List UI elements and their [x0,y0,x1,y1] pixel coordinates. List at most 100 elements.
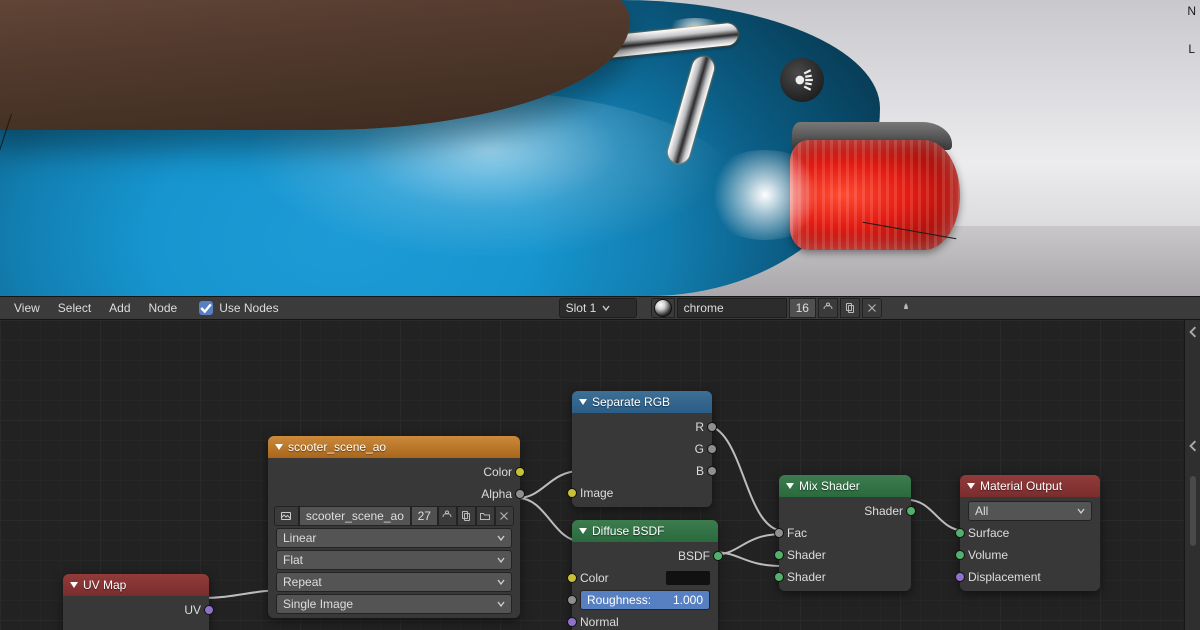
extension-select[interactable]: Repeat [276,572,512,592]
socket-dot[interactable] [955,572,965,582]
nav-gizmo[interactable]: N L [1187,4,1196,56]
socket-uv-out[interactable]: UV [63,599,209,621]
node-header[interactable]: scooter_scene_ao [268,436,520,458]
image-unlink-button[interactable] [495,506,514,526]
socket-dot[interactable] [204,605,214,615]
image-browse-button[interactable] [274,506,299,526]
node-editor-header: View Select Add Node Use Nodes Slot 1 ch… [0,296,1200,320]
node-link [704,423,784,535]
node-title: Diffuse BSDF [592,524,664,538]
image-users-count[interactable]: 27 [411,506,438,526]
socket-r-out[interactable]: R [572,416,712,438]
node-header[interactable]: Diffuse BSDF [572,520,718,542]
node-separate-rgb[interactable]: Separate RGB R G B Image [572,391,712,507]
socket-dot[interactable] [955,550,965,560]
node-material-output[interactable]: Material Output All Surface Volume Displ… [960,475,1100,591]
socket-bsdf-out[interactable]: BSDF [572,545,718,567]
node-header[interactable]: Separate RGB [572,391,712,413]
collapse-icon [967,483,975,489]
unlink-material-button[interactable] [862,298,882,318]
socket-dot[interactable] [707,466,717,476]
socket-dot[interactable] [567,617,577,627]
socket-color-out[interactable]: Color [268,461,520,483]
source-select[interactable]: Single Image [276,594,512,614]
node-link [518,468,580,504]
use-nodes-checkbox[interactable] [199,301,213,315]
image-fakeuser-button[interactable] [438,506,457,526]
sidebar-toggle-icon[interactable] [1187,440,1199,452]
collapse-icon [275,444,283,450]
light-gizmo-icon[interactable] [780,58,824,102]
editor-sidebar[interactable] [1184,320,1200,630]
socket-alpha-out[interactable]: Alpha [268,483,520,505]
socket-dot[interactable] [774,528,784,538]
node-uv-map[interactable]: UV Map UV [63,574,209,630]
socket-fac-in[interactable]: Fac [779,522,911,544]
material-preview-icon [654,299,672,317]
pin-button[interactable] [896,298,916,318]
image-new-button[interactable] [457,506,476,526]
socket-roughness-in[interactable]: Roughness:1.000 [572,589,718,611]
socket-image-in[interactable]: Image [572,482,712,504]
slot-label: Slot 1 [566,301,597,315]
socket-shader2-in[interactable]: Shader [779,566,911,588]
socket-g-out[interactable]: G [572,438,712,460]
image-name-field[interactable]: scooter_scene_ao [299,506,411,526]
target-select[interactable]: All [968,501,1092,521]
socket-surface-in[interactable]: Surface [960,522,1100,544]
menu-add[interactable]: Add [101,298,138,318]
node-image-texture[interactable]: scooter_scene_ao Color Alpha scooter_sce… [268,436,520,618]
socket-volume-in[interactable]: Volume [960,544,1100,566]
node-title: Material Output [980,479,1062,493]
socket-dot[interactable] [707,422,717,432]
menu-node[interactable]: Node [141,298,186,318]
scrollbar-handle[interactable] [1190,476,1196,546]
node-editor[interactable]: UV Map UV scooter_scene_ao Color Alpha s… [0,320,1200,630]
menu-view[interactable]: View [6,298,48,318]
socket-b-out[interactable]: B [572,460,712,482]
socket-shader-out[interactable]: Shader [779,500,911,522]
node-header[interactable]: UV Map [63,574,209,596]
new-material-button[interactable] [840,298,860,318]
collapse-icon [70,582,78,588]
material-browse-button[interactable] [651,298,675,318]
socket-dot[interactable] [955,528,965,538]
socket-shader1-in[interactable]: Shader [779,544,911,566]
slot-selector[interactable]: Slot 1 [559,298,637,318]
collapse-icon [579,399,587,405]
socket-color-in[interactable]: Color [572,567,718,589]
material-users-count[interactable]: 16 [789,298,816,318]
socket-normal-in[interactable]: Normal [572,611,718,630]
use-nodes-label: Use Nodes [219,301,278,315]
projection-select[interactable]: Flat [276,550,512,570]
roughness-field[interactable]: Roughness:1.000 [580,590,710,610]
socket-dot[interactable] [906,506,916,516]
node-header[interactable]: Material Output [960,475,1100,497]
node-header[interactable]: Mix Shader [779,475,911,497]
socket-dot[interactable] [774,572,784,582]
node-title: UV Map [83,578,126,592]
node-title: Mix Shader [799,479,860,493]
nav-gizmo-label: L [1187,42,1196,56]
socket-dot[interactable] [515,467,525,477]
socket-displacement-in[interactable]: Displacement [960,566,1100,588]
socket-dot[interactable] [707,444,717,454]
socket-dot[interactable] [774,550,784,560]
socket-dot[interactable] [515,489,525,499]
viewport-3d[interactable]: N L [0,0,1200,296]
collapse-icon [579,528,587,534]
socket-dot[interactable] [567,488,577,498]
socket-dot[interactable] [567,595,577,605]
fake-user-button[interactable] [818,298,838,318]
material-name-field[interactable]: chrome [677,298,787,318]
image-open-button[interactable] [476,506,495,526]
socket-dot[interactable] [567,573,577,583]
socket-dot[interactable] [713,551,723,561]
sidebar-toggle-icon[interactable] [1187,326,1199,338]
node-mix-shader[interactable]: Mix Shader Shader Fac Shader Shader [779,475,911,591]
menu-select[interactable]: Select [50,298,99,318]
interpolation-select[interactable]: Linear [276,528,512,548]
node-title: scooter_scene_ao [288,440,386,454]
node-diffuse-bsdf[interactable]: Diffuse BSDF BSDF Color Roughness:1.000 … [572,520,718,630]
color-swatch[interactable] [666,571,710,585]
